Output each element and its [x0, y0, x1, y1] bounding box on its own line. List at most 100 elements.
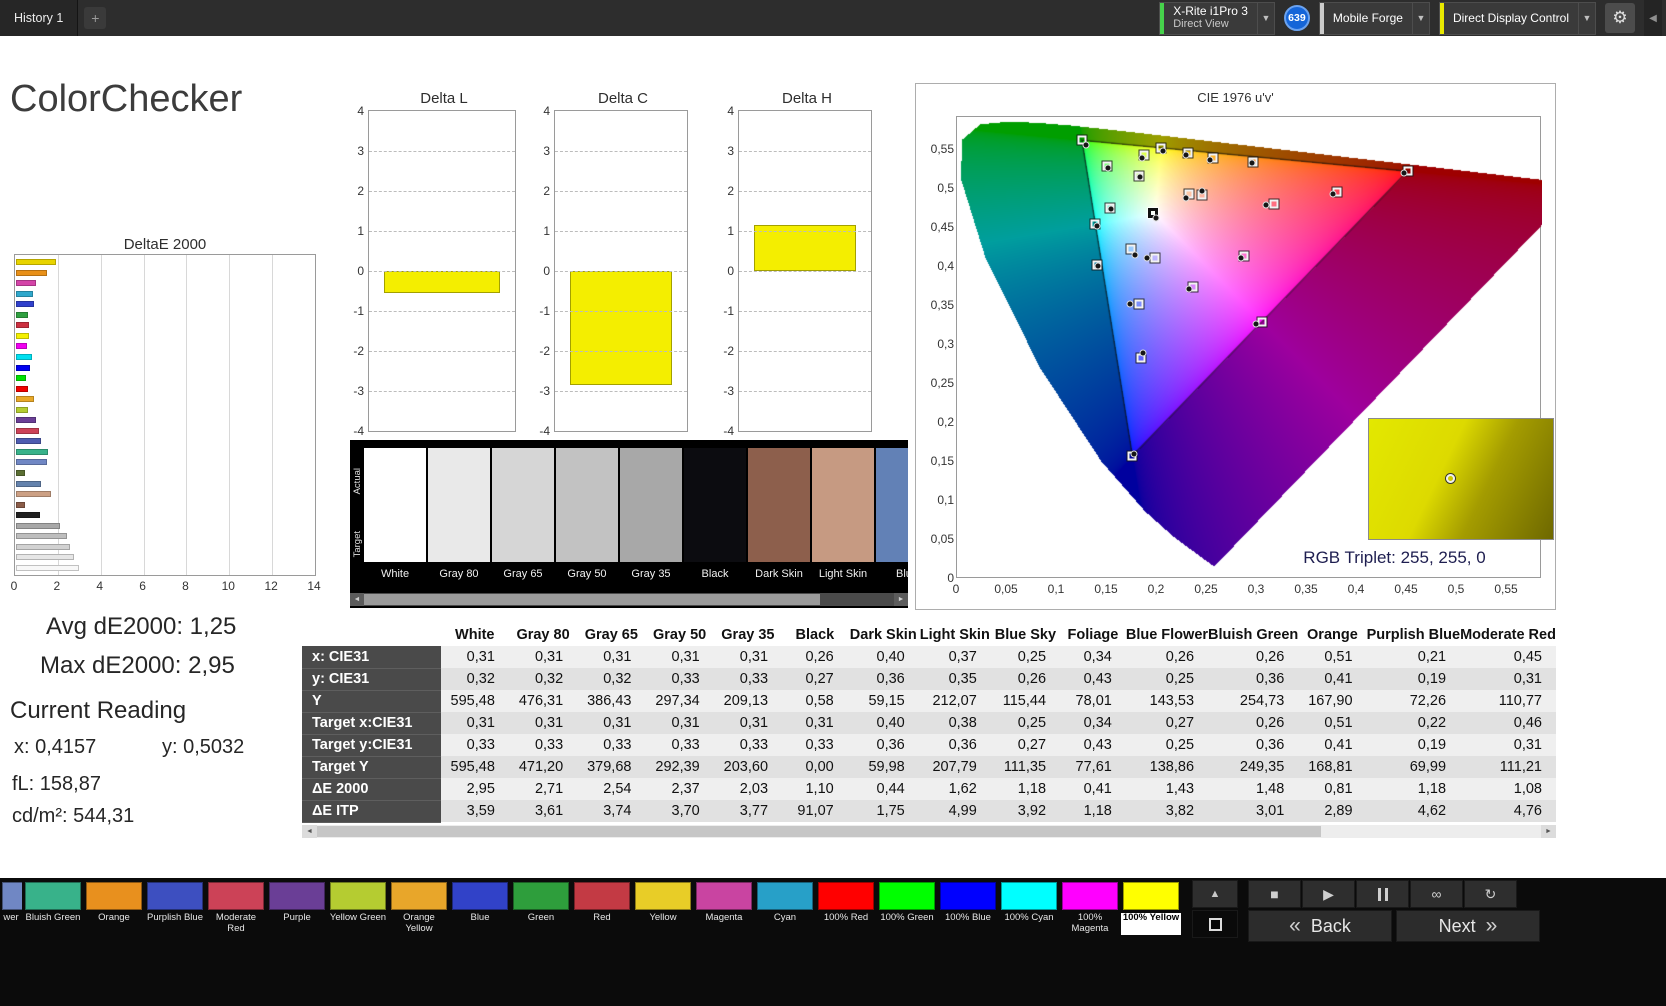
table-cell: 0,34	[1060, 646, 1126, 668]
pattern-tile-red[interactable]: Red	[572, 880, 632, 935]
gridline	[369, 151, 515, 152]
table-cell: 0,32	[508, 668, 578, 690]
pattern-tile-orange-yellow[interactable]: Orange Yellow	[389, 880, 449, 935]
table-cell: 3,92	[990, 800, 1061, 822]
tab-history-1[interactable]: History 1	[0, 0, 79, 36]
table-cell: 3,82	[1125, 800, 1209, 822]
pattern-tile-100-magenta[interactable]: 100% Magenta	[1060, 880, 1120, 935]
pattern-tile-yellow-green[interactable]: Yellow Green	[328, 880, 388, 935]
table-cell: 0,31	[713, 712, 783, 734]
scroll-left-icon[interactable]: ◄	[350, 593, 364, 606]
axis-tick-label: 0,2	[1147, 582, 1165, 596]
pattern-tile-bluish-green[interactable]: Bluish Green	[23, 880, 83, 935]
pattern-tile-cyan[interactable]: Cyan	[755, 880, 815, 935]
axis-tick-label: 0,3	[937, 337, 954, 351]
pattern-color-swatch	[452, 882, 508, 910]
table-cell: 1,62	[918, 778, 991, 800]
swatch-color	[620, 448, 682, 562]
pattern-tile-moderate-red[interactable]: Moderate Red	[206, 880, 266, 935]
gridline	[369, 391, 515, 392]
pattern-tile-purple[interactable]: Purple	[267, 880, 327, 935]
table-scroll-thumb[interactable]	[317, 825, 1321, 837]
pattern-scroll-up-button[interactable]: ▲	[1192, 880, 1238, 908]
deltae-bar-100-magenta	[16, 343, 28, 350]
axis-tick-label: -2	[539, 344, 550, 358]
scroll-right-icon[interactable]: ►	[894, 593, 908, 606]
back-button[interactable]: « Back	[1248, 910, 1392, 942]
axis-tick-label: 0,05	[994, 582, 1018, 596]
pattern-tile-100-red[interactable]: 100% Red	[816, 880, 876, 935]
axis-tick-label: 0	[357, 264, 364, 278]
swatch-scrollbar[interactable]: ◄ ►	[350, 593, 908, 606]
collapse-panel-button[interactable]: ◀	[1644, 0, 1662, 36]
pattern-tile-wer[interactable]: wer	[0, 880, 22, 935]
blank-pattern-button[interactable]	[1192, 910, 1238, 938]
meter-dropdown[interactable]: X-Rite i1Pro 3 Direct View ▼	[1159, 1, 1275, 35]
table-row-x-cie31: x: CIE31 0,31 0,31 0,31 0,31 0,31 0,26 0,40 0,37…	[302, 646, 1556, 669]
table-cell: 1,75	[847, 800, 919, 822]
settings-gear-button[interactable]: ⚙	[1605, 3, 1635, 33]
scroll-right-icon[interactable]: ►	[1541, 824, 1556, 838]
pattern-tile-green[interactable]: Green	[511, 880, 571, 935]
table-cell: 0,33	[577, 734, 646, 756]
table-scrollbar[interactable]: ◄ ►	[302, 824, 1556, 838]
infinity-icon: ∞	[1431, 886, 1442, 902]
gridline	[229, 255, 231, 575]
pattern-color-swatch	[1062, 882, 1118, 910]
cie-measured-100-cyan	[1093, 222, 1101, 230]
col-header-gray-80: Gray 80	[516, 627, 570, 643]
pattern-tile-100-cyan[interactable]: 100% Cyan	[999, 880, 1059, 935]
axis-tick-label: 4	[357, 104, 364, 118]
source-dropdown[interactable]: Mobile Forge ▼	[1318, 1, 1430, 35]
table-cell: 3,61	[508, 800, 578, 822]
table-cell: 0,36	[918, 734, 991, 756]
add-tab-button[interactable]: +	[84, 7, 107, 29]
table-cell: 2,71	[508, 778, 578, 800]
swatch-label: Gray 65	[503, 568, 543, 580]
swatch-scroll-track[interactable]	[364, 593, 894, 606]
pattern-color-swatch	[757, 882, 813, 910]
table-cell: 0,58	[782, 690, 848, 712]
gridline	[369, 271, 515, 272]
display-control-dropdown[interactable]: Direct Display Control ▼	[1438, 1, 1596, 35]
play-button[interactable]: ▶	[1302, 880, 1355, 908]
pattern-tile-blue[interactable]: Blue	[450, 880, 510, 935]
top-toolbar: History 1 + X-Rite i1Pro 3 Direct View ▼…	[0, 0, 1666, 36]
pattern-tile-purplish-blue[interactable]: Purplish Blue	[145, 880, 205, 935]
pattern-color-swatch	[330, 882, 386, 910]
continuous-measure-button[interactable]: ∞	[1410, 880, 1463, 908]
table-cell: 0,36	[847, 734, 919, 756]
meter-name: X-Rite i1Pro 3	[1173, 4, 1248, 18]
pattern-tile-orange[interactable]: Orange	[84, 880, 144, 935]
pattern-tile-100-blue[interactable]: 100% Blue	[938, 880, 998, 935]
table-cell: 4,62	[1366, 800, 1461, 822]
stop-button[interactable]: ■	[1248, 880, 1301, 908]
deltae2000-title: DeltaE 2000	[123, 236, 207, 253]
loop-button[interactable]: ↻	[1464, 880, 1517, 908]
gridline	[739, 351, 871, 352]
pattern-tile-100-yellow[interactable]: 100% Yellow	[1121, 880, 1181, 935]
table-cell: 167,90	[1298, 690, 1367, 712]
table-cell: 1,18	[990, 778, 1061, 800]
chevron-down-icon: ▼	[1578, 2, 1595, 34]
pattern-tile-magenta[interactable]: Magenta	[694, 880, 754, 935]
axis-tick-label: 1	[727, 224, 734, 238]
axis-tick-label: 2	[543, 184, 550, 198]
table-cell: 3,01	[1208, 800, 1299, 822]
deltae-bar-100-yellow	[16, 332, 30, 339]
delta-c-title: Delta C	[597, 90, 649, 107]
swatch-scroll-thumb[interactable]	[364, 594, 820, 605]
axis-tick-label: -1	[723, 304, 734, 318]
cie-title: CIE 1976 u'v'	[1197, 90, 1274, 105]
table-cell: 143,53	[1125, 690, 1209, 712]
pattern-tile-yellow[interactable]: Yellow	[633, 880, 693, 935]
swatch-color	[556, 448, 618, 562]
pattern-tile-100-green[interactable]: 100% Green	[877, 880, 937, 935]
pause-button[interactable]	[1356, 880, 1409, 908]
deltae-bar-white	[16, 565, 80, 571]
next-button[interactable]: Next »	[1396, 910, 1540, 942]
table-scroll-track[interactable]	[317, 824, 1541, 838]
calman-window: History 1 + X-Rite i1Pro 3 Direct View ▼…	[0, 0, 1666, 1006]
scroll-left-icon[interactable]: ◄	[302, 824, 317, 838]
table-cell: 0,31	[440, 646, 509, 668]
